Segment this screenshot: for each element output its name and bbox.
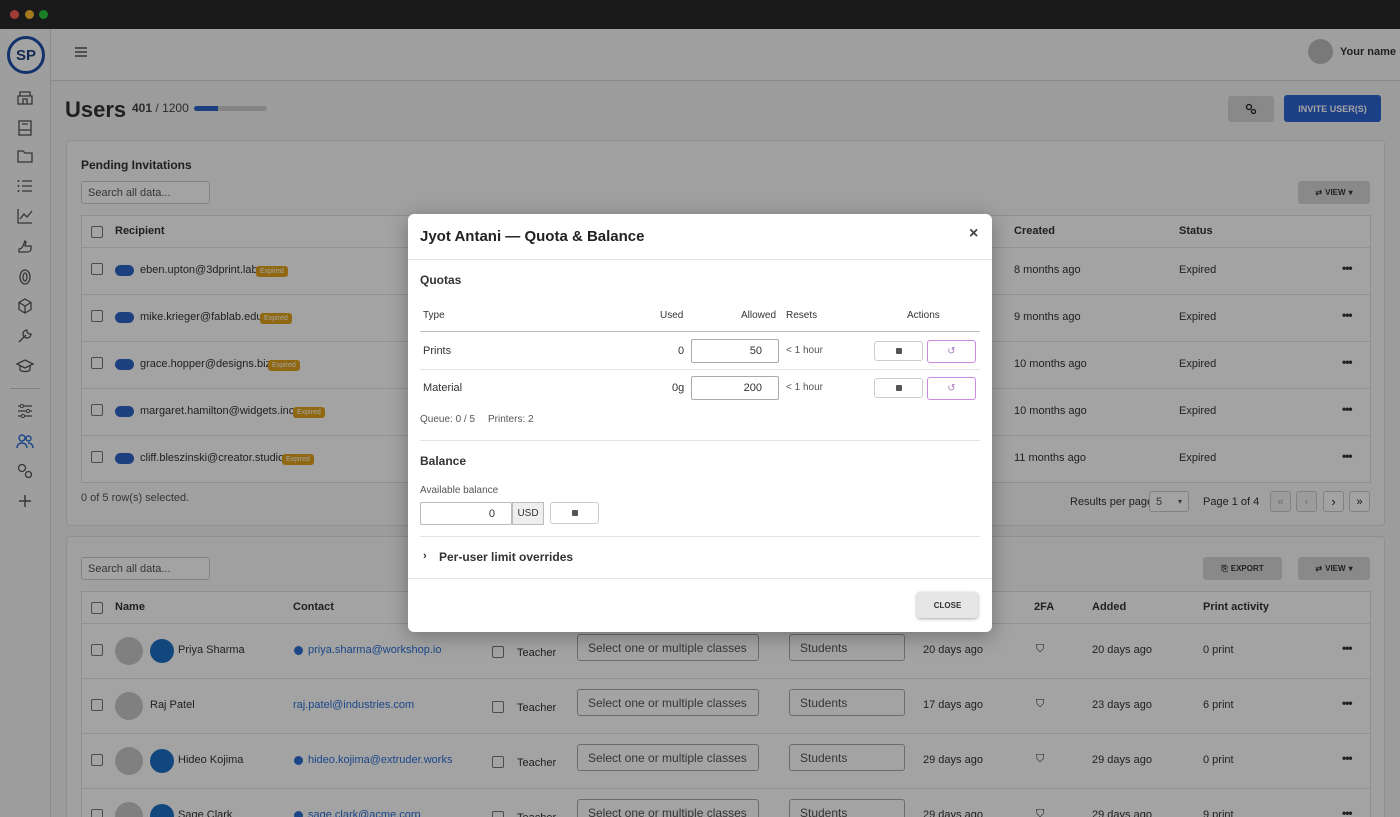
balance-title: Balance: [420, 454, 467, 468]
available-balance-label: Available balance: [420, 485, 499, 496]
balance-input[interactable]: 0: [420, 502, 512, 525]
allowed-prints-input[interactable]: 50: [691, 339, 779, 363]
modal-header-divider: [408, 259, 992, 260]
section-divider: [420, 536, 980, 537]
modal-footer-divider: [408, 578, 992, 579]
col-used: Used: [660, 310, 684, 321]
save-icon: [895, 385, 902, 391]
reset-prints-button[interactable]: ↺: [927, 340, 976, 363]
modal-title: Jyot Antani — Quota & Balance: [420, 228, 645, 245]
save-material-button[interactable]: [874, 378, 923, 398]
row-divider: [420, 369, 980, 370]
reset-material-button[interactable]: ↺: [927, 377, 976, 400]
allowed-material-input[interactable]: 200: [691, 376, 779, 400]
quota-used: 0: [678, 345, 685, 357]
quotas-title: Quotas: [420, 273, 462, 287]
col-type: Type: [423, 310, 445, 321]
reset-icon: ↺: [947, 346, 956, 357]
printers-count: Printers: 2: [488, 414, 534, 425]
col-actions: Actions: [907, 310, 940, 321]
limit-overrides-toggle[interactable]: Per-user limit overrides: [439, 550, 573, 564]
chevron-right-icon[interactable]: ›: [423, 550, 427, 562]
section-divider: [420, 440, 980, 441]
quota-type: Material: [423, 382, 463, 394]
close-icon[interactable]: ×: [969, 225, 978, 243]
reset-icon: ↺: [947, 383, 956, 394]
quota-balance-modal: Jyot Antani — Quota & Balance × Quotas T…: [408, 214, 992, 632]
quota-header-divider: [420, 331, 980, 332]
col-allowed: Allowed: [741, 310, 777, 321]
queue-status: Queue: 0 / 5: [420, 414, 476, 425]
save-balance-button[interactable]: [550, 502, 599, 524]
currency-label: USD: [512, 502, 544, 525]
quota-used: 0g: [672, 382, 685, 394]
save-prints-button[interactable]: [874, 341, 923, 361]
col-resets: Resets: [786, 310, 818, 321]
quota-type: Prints: [423, 345, 452, 357]
quota-resets: < 1 hour: [786, 345, 823, 356]
close-button[interactable]: CLOSE: [917, 592, 978, 618]
save-icon: [571, 510, 578, 516]
quota-resets: < 1 hour: [786, 382, 823, 393]
save-icon: [895, 348, 902, 354]
